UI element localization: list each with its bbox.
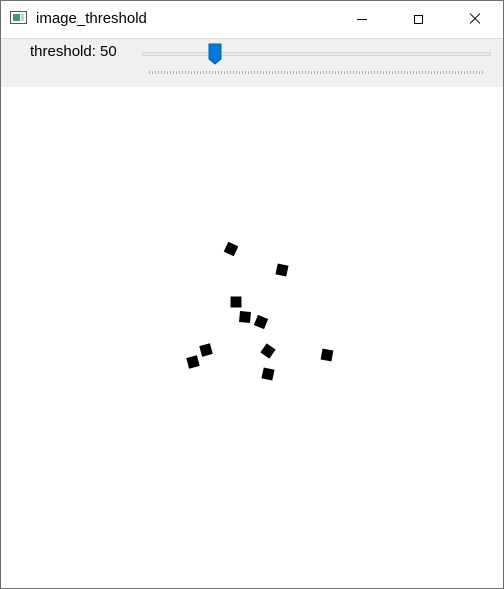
minimize-icon: [357, 18, 367, 20]
maximize-icon: [413, 14, 423, 24]
blob-2: [275, 263, 289, 277]
threshold-label: threshold: 50: [30, 43, 117, 60]
maximize-button[interactable]: [395, 1, 441, 37]
threshold-image: [1, 87, 503, 588]
blob-4: [239, 311, 251, 323]
app-window-icon: [10, 11, 27, 24]
title-bar[interactable]: image_threshold: [1, 1, 503, 38]
trackbar-panel: threshold: 50: [1, 38, 503, 88]
blob-5: [253, 314, 269, 330]
threshold-slider-track[interactable]: [142, 52, 491, 56]
blob-8: [260, 343, 276, 359]
app-window: image_threshold threshold: 50: [0, 0, 504, 589]
blob-7: [186, 355, 200, 369]
slider-tick-marks: [149, 71, 485, 74]
window-title: image_threshold: [36, 10, 147, 27]
close-button[interactable]: [452, 1, 498, 37]
blob-1: [223, 241, 239, 257]
close-icon: [469, 13, 481, 25]
blob-3: [230, 296, 242, 308]
blob-10: [261, 367, 275, 381]
blob-6: [199, 343, 213, 357]
blob-layer: [186, 241, 334, 381]
threshold-slider-thumb[interactable]: [208, 43, 222, 65]
minimize-button[interactable]: [339, 1, 385, 37]
blob-9: [320, 348, 334, 362]
